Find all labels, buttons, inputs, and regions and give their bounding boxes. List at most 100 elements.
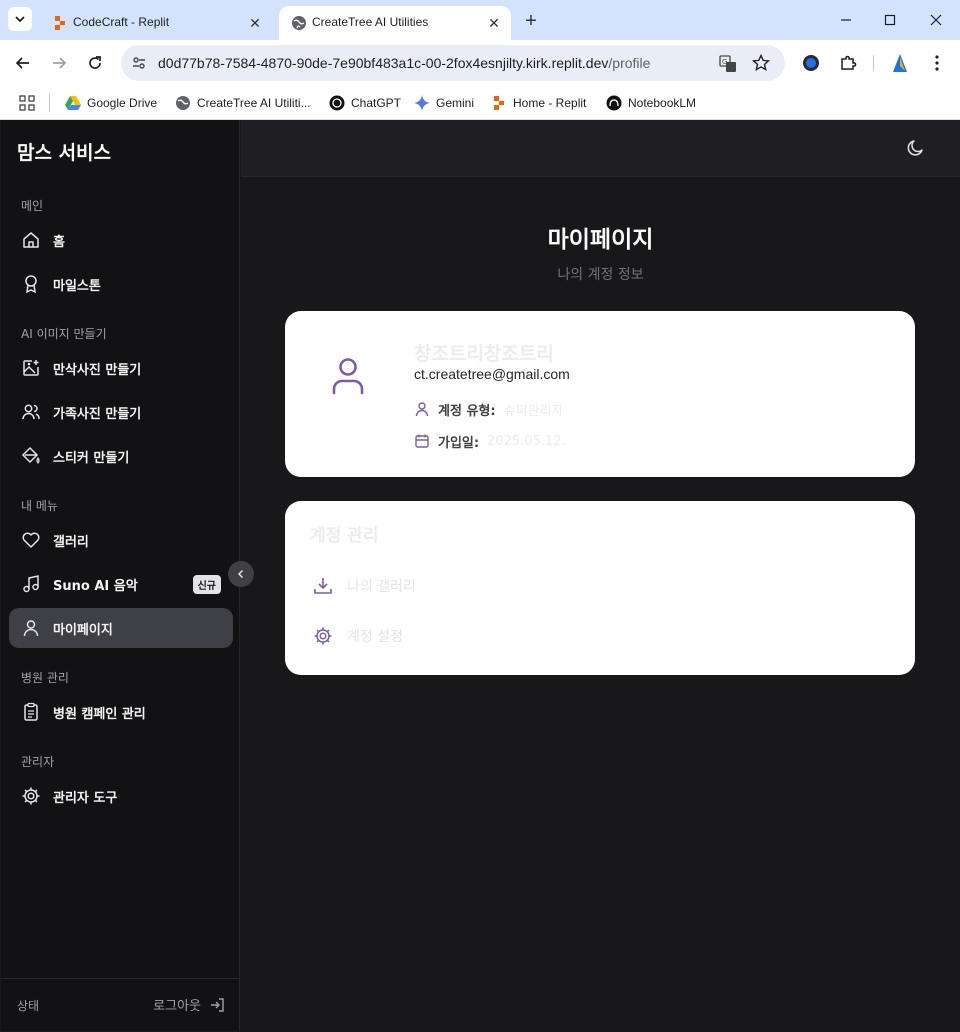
- maximize-button[interactable]: [875, 8, 905, 32]
- address-bar[interactable]: d0d77b78-7584-4870-90de-7e90bf483a1c-00-…: [121, 45, 785, 81]
- bookmark-google-drive[interactable]: Google Drive: [65, 92, 157, 114]
- bookmark-gemini[interactable]: Gemini: [414, 92, 474, 114]
- close-window-button[interactable]: [921, 8, 951, 32]
- paint-bucket-icon: [21, 446, 40, 464]
- bookmark-label: NotebookLM: [628, 96, 697, 110]
- sidebar-item-label: 마일스톤: [53, 279, 101, 294]
- music-icon: [23, 575, 39, 593]
- menu-button[interactable]: [925, 51, 949, 75]
- profile-button[interactable]: [888, 51, 912, 75]
- tab-search-button[interactable]: [8, 7, 32, 31]
- logout-button[interactable]: 로그아웃: [153, 995, 225, 1014]
- user-name: 창조트리창조트리: [414, 343, 554, 365]
- joined-value: 2025.05.12.: [487, 433, 566, 449]
- back-button[interactable]: [11, 51, 35, 75]
- account-settings-link[interactable]: 계정 설정: [313, 624, 403, 648]
- star-icon[interactable]: [752, 54, 770, 72]
- sidebar-item-label: 병원 캠페인 관리: [53, 707, 146, 722]
- browser-tab-bar: CodeCraft - Replit ✕ CreateTree AI Utili…: [0, 0, 960, 40]
- sidebar-item-mypage[interactable]: 마이페이지: [9, 608, 233, 648]
- moon-icon[interactable]: [906, 138, 926, 158]
- sidebar-item-label: 만삭사진 만들기: [53, 363, 142, 378]
- toolbar-divider: [873, 55, 874, 71]
- logout-icon: [211, 997, 224, 1012]
- globe-icon: [292, 16, 306, 30]
- bookmark-label: Home - Replit: [513, 96, 587, 110]
- sidebar-item-sticker[interactable]: 스티커 만들기: [9, 436, 233, 476]
- bookmark-chatgpt[interactable]: ChatGPT: [329, 92, 401, 114]
- minimize-button[interactable]: [831, 8, 861, 32]
- extension-circle-icon: [803, 55, 819, 71]
- user-icon: [415, 402, 429, 417]
- account-type-label: 계정 유형:: [438, 403, 496, 419]
- close-icon[interactable]: ✕: [246, 14, 264, 32]
- profile-card: 창조트리창조트리 ct.createtree@gmail.com 계정 유형: …: [285, 311, 915, 477]
- award-icon: [25, 275, 37, 294]
- bookmark-label: ChatGPT: [351, 96, 402, 110]
- svg-text:G: G: [722, 58, 727, 66]
- account-type-value: 슈퍼관리자: [503, 403, 564, 419]
- kebab-menu-icon: [935, 55, 939, 71]
- tab-title: CreateTree AI Utilities: [312, 15, 429, 29]
- profile-avatar-icon: [893, 54, 907, 72]
- site-settings-icon[interactable]: [131, 55, 147, 71]
- notebooklm-icon: [606, 95, 622, 111]
- section-main: 메인: [21, 199, 44, 213]
- my-gallery-label: 나의 갤러리: [347, 579, 416, 595]
- heart-icon: [22, 532, 40, 548]
- tab-codecraft[interactable]: CodeCraft - Replit ✕: [40, 6, 272, 40]
- sidebar-footer: 상태 로그아웃: [1, 978, 239, 1031]
- bookmark-label: CreateTree AI Utiliti...: [197, 96, 311, 110]
- extension-button[interactable]: [799, 51, 823, 75]
- forward-button[interactable]: [47, 51, 71, 75]
- bookmark-home-replit[interactable]: Home - Replit: [491, 92, 586, 114]
- chevron-down-icon: [15, 16, 25, 23]
- account-management-card: 계정 관리 나의 갤러리 계정 설정: [285, 501, 915, 675]
- globe-icon: [176, 96, 190, 110]
- account-type-row: 계정 유형: 슈퍼관리자: [414, 400, 564, 419]
- extensions-button[interactable]: [836, 51, 860, 75]
- sidebar-item-label: Suno AI 음악: [53, 579, 138, 594]
- new-tab-button[interactable]: +: [519, 9, 543, 33]
- section-menu: 내 메뉴: [21, 499, 58, 513]
- replit-icon: [55, 16, 65, 30]
- sidebar-item-maternity[interactable]: 만삭사진 만들기: [9, 348, 233, 388]
- close-icon[interactable]: ✕: [485, 14, 503, 32]
- sidebar-item-suno[interactable]: Suno AI 음악 신규: [9, 564, 233, 604]
- image-plus-icon: [23, 360, 39, 376]
- bookmark-createtree[interactable]: CreateTree AI Utiliti...: [175, 92, 311, 114]
- joined-row: 가입일: 2025.05.12.: [414, 432, 566, 451]
- sidebar-item-milestone[interactable]: 마일스톤: [9, 264, 233, 304]
- close-icon: [930, 14, 942, 26]
- sidebar-item-label: 홈: [53, 235, 65, 250]
- gemini-icon: [414, 95, 430, 111]
- account-management-title: 계정 관리: [310, 526, 379, 546]
- maximize-icon: [884, 14, 896, 26]
- apps-button[interactable]: [19, 92, 35, 114]
- logout-label: 로그아웃: [153, 999, 201, 1014]
- section-ai: AI 이미지 만들기: [21, 327, 107, 341]
- reload-button[interactable]: [83, 51, 107, 75]
- translate-icon[interactable]: G: [719, 55, 737, 73]
- google-drive-icon: [65, 96, 81, 110]
- puzzle-icon: [841, 55, 857, 70]
- sidebar-item-admin-tools[interactable]: 관리자 도구: [9, 776, 233, 816]
- tab-createtree[interactable]: CreateTree AI Utilities ✕: [279, 6, 511, 40]
- bookmark-notebooklm[interactable]: NotebookLM: [606, 92, 696, 114]
- my-gallery-link[interactable]: 나의 갤러리: [313, 574, 416, 598]
- sidebar-item-label: 가족사진 만들기: [53, 407, 142, 422]
- apps-grid-icon: [19, 95, 35, 111]
- download-icon: [314, 578, 332, 594]
- sidebar-item-campaign[interactable]: 병원 캠페인 관리: [9, 692, 233, 732]
- main-content: 마이페이지 나의 계정 정보 창조트리창조트리 ct.createtree@gm…: [241, 120, 960, 1032]
- replit-icon: [494, 96, 504, 110]
- reload-icon: [89, 56, 101, 69]
- url-text: d0d77b78-7584-4870-90de-7e90bf483a1c-00-…: [158, 55, 651, 71]
- account-settings-label: 계정 설정: [347, 629, 403, 645]
- bookmark-label: Gemini: [436, 96, 475, 110]
- sidebar-item-gallery[interactable]: 갤러리: [9, 520, 233, 560]
- sidebar-item-family[interactable]: 가족사진 만들기: [9, 392, 233, 432]
- sidebar-item-label: 스티커 만들기: [53, 451, 130, 466]
- browser-toolbar: d0d77b78-7584-4870-90de-7e90bf483a1c-00-…: [0, 40, 960, 86]
- sidebar-item-home[interactable]: 홈: [9, 220, 233, 260]
